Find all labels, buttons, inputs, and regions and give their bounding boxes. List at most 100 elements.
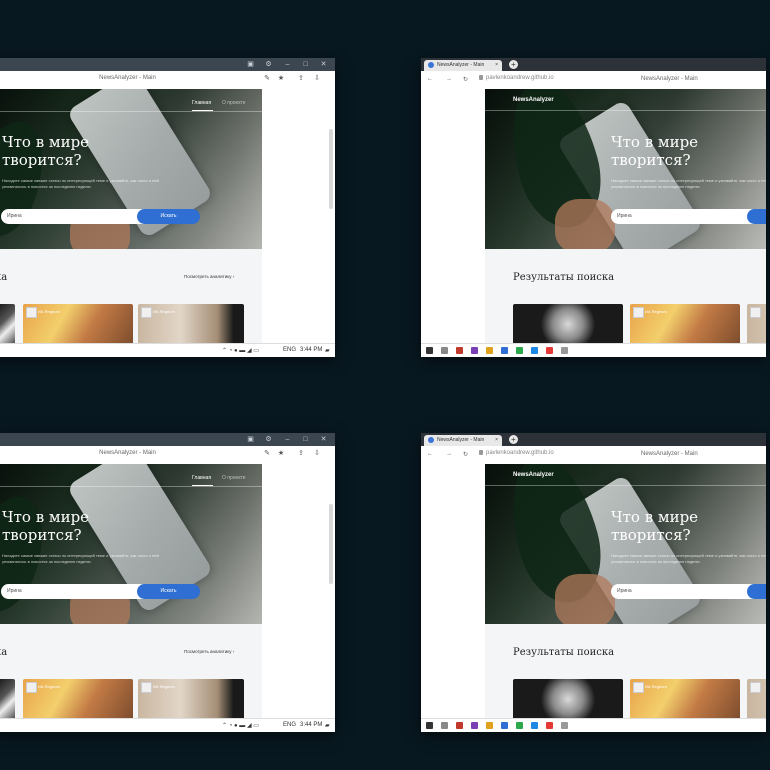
taskbar: ⌃ ◔ ● ▬ ◢ ▭ ENG 3:44 PM ▰ [0,718,335,732]
close-icon[interactable]: ✕ [319,435,328,444]
search-icon[interactable] [441,347,448,354]
maximize-icon[interactable]: □ [301,60,310,69]
search-button[interactable]: Искать [747,209,766,224]
start-icon[interactable] [426,722,433,729]
back-icon[interactable]: ← [427,76,433,82]
notification-icon[interactable]: ▰ [325,722,330,729]
search-button[interactable]: Искать [137,209,200,224]
nav-main[interactable]: Главная [192,475,211,481]
tab-close-icon[interactable]: × [495,435,498,446]
new-tab-icon[interactable]: + [509,60,518,69]
search-button[interactable]: Искать [747,584,766,599]
app-icon[interactable] [471,722,478,729]
pin-icon[interactable]: ▣ [246,60,255,69]
chrome-icon[interactable] [516,722,523,729]
search-input[interactable]: Ирина [611,209,766,224]
hero-section: NewsAnalyzer Что в мире творится? Находи… [485,89,766,249]
site-logo[interactable]: NewsAnalyzer [513,97,554,103]
source-icon [141,682,152,693]
nav-about[interactable]: О проекте [222,100,246,106]
tray-language[interactable]: ENG [283,347,296,353]
forward-icon[interactable]: → [446,76,452,82]
page-content: NewsAnalyzer Что в мире творится? Находи… [485,464,766,724]
nav-about[interactable]: О проекте [222,475,246,481]
download-icon[interactable]: ⇩ [313,450,321,458]
source-icon [141,307,152,318]
settings-icon[interactable] [561,722,568,729]
site-logo[interactable]: NewsAnalyzer [513,472,554,478]
browser-tab[interactable]: NewsAnalyzer - Main × [424,435,502,446]
app-icon[interactable] [456,347,463,354]
minimize-icon[interactable]: – [283,435,292,444]
results-title: Результаты поиска [513,272,615,283]
nav-main[interactable]: Главная [192,100,211,106]
app-icon[interactable] [456,722,463,729]
browser-tab[interactable]: NewsAnalyzer - Main × [424,60,502,71]
folder-icon[interactable] [486,347,493,354]
settings-icon[interactable]: ⚙ [264,60,273,69]
results-section: Результаты поиска ИА Regnum [485,624,766,724]
screenshot-browser-1: NewsAnalyzer - Main × + ← → ↻ pavlenkoan… [421,58,766,357]
window-top-bar: ▣ ⚙ – □ ✕ [0,433,335,446]
address-input[interactable]: pavlenkoandrew.github.io [479,75,554,81]
search-input[interactable]: Ирина [1,584,151,599]
window-side-panel [262,464,335,732]
tray-icons[interactable]: ⌃ ◔ ● ▬ ◢ ▭ [222,347,259,354]
tray-clock: 3:44 PM [300,722,323,728]
forward-icon[interactable]: → [446,451,452,457]
analytics-link[interactable]: Посмотреть аналитику › [184,649,234,654]
reload-icon[interactable]: ↻ [463,76,468,83]
vscode-icon[interactable] [531,722,538,729]
maximize-icon[interactable]: □ [301,435,310,444]
chrome-icon[interactable] [516,347,523,354]
analytics-link[interactable]: Посмотреть аналитику › [184,274,234,279]
search-button[interactable]: Искать [137,584,200,599]
back-icon[interactable]: ← [427,451,433,457]
star-icon[interactable]: ★ [277,75,285,83]
taskbar [421,343,766,357]
start-icon[interactable] [426,347,433,354]
vscode-icon[interactable] [531,347,538,354]
tab-close-icon[interactable]: × [495,60,498,71]
tray-language[interactable]: ENG [283,722,296,728]
results-title: ка [0,647,8,658]
search-icon[interactable] [441,722,448,729]
hand-image [555,574,615,624]
taskbar: ⌃ ◔ ● ▬ ◢ ▭ ENG 3:44 PM ▰ [0,343,335,357]
nav-active-underline [192,110,213,111]
tray-icons[interactable]: ⌃ ◔ ● ▬ ◢ ▭ [222,722,259,729]
app-icon[interactable] [546,347,553,354]
share-icon[interactable]: ⇪ [297,75,305,83]
scrollbar[interactable] [329,504,333,584]
settings-icon[interactable] [561,347,568,354]
page-left-margin [421,89,485,344]
results-title: ка [0,272,8,283]
hero-section: Главная О проекте Что в мире творится? Н… [0,464,272,624]
reload-icon[interactable]: ↻ [463,451,468,458]
minimize-icon[interactable]: – [283,60,292,69]
download-icon[interactable]: ⇩ [313,75,321,83]
folder-icon[interactable] [486,722,493,729]
app-icon[interactable] [501,347,508,354]
new-tab-icon[interactable]: + [509,435,518,444]
pen-icon[interactable]: ✎ [263,450,271,458]
window-title: NewsAnalyzer - Main [99,75,156,81]
app-icon[interactable] [501,722,508,729]
pin-icon[interactable]: ▣ [246,435,255,444]
pen-icon[interactable]: ✎ [263,75,271,83]
share-icon[interactable]: ⇪ [297,450,305,458]
app-icon[interactable] [471,347,478,354]
page-content: Главная О проекте Что в мире творится? Н… [0,89,272,349]
close-icon[interactable]: ✕ [319,60,328,69]
results-title: Результаты поиска [513,647,615,658]
app-icon[interactable] [546,722,553,729]
notification-icon[interactable]: ▰ [325,347,330,354]
scrollbar[interactable] [329,129,333,209]
search-input[interactable]: Ирина [611,584,766,599]
search-input[interactable]: Ирина [1,209,151,224]
card-source: ИА Regnum [645,684,667,689]
address-input[interactable]: pavlenkoandrew.github.io [479,450,554,456]
hero-subtitle: Находите самые свежие статьи по интересу… [611,553,766,564]
star-icon[interactable]: ★ [277,450,285,458]
settings-icon[interactable]: ⚙ [264,435,273,444]
